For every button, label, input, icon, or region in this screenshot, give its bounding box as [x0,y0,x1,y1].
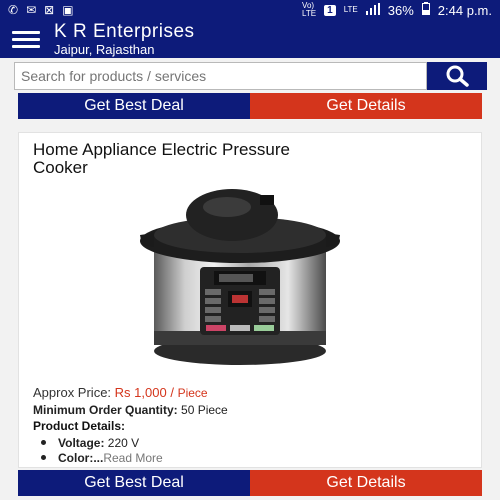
get-best-deal-button[interactable]: Get Best Deal [18,93,250,119]
get-details-button[interactable]: Get Details [250,470,482,496]
list-item: Color:... Read More [41,450,163,465]
price-unit: Piece [177,386,208,400]
search-bar [14,62,487,90]
menu-icon[interactable] [12,30,40,48]
product-image[interactable] [82,181,397,379]
app-subtitle: Jaipur, Rajasthan [54,42,155,57]
mail-icon: ✉ [26,3,37,17]
status-bar: ✆ ✉ ⊠ ▣ Vo) LTE 1 LTE 36% 2:44 p.m. [0,0,500,20]
whatsapp-icon: ✆ [8,3,19,17]
price-line: Approx Price: Rs 1,000 / Piece [33,385,208,400]
moq-label: Minimum Order Quantity: [33,403,178,417]
app-title: K R Enterprises [54,21,195,42]
moq-line: Minimum Order Quantity: 50 Piece [33,403,228,417]
battery-level: 36% [387,2,414,18]
lte-label: LTE [343,5,358,14]
close-box-icon: ⊠ [44,3,55,17]
price-label: Approx Price: [33,385,112,400]
price-value: Rs 1,000 / [114,385,174,400]
image-icon: ▣ [62,3,74,17]
search-button[interactable] [427,62,487,90]
top-cta-bar: Get Best Deal Get Details [18,93,482,119]
list-item: Voltage: 220 V [41,435,163,450]
clock: 2:44 p.m. [437,2,492,18]
get-best-deal-button[interactable]: Get Best Deal [18,470,250,496]
volte-label: Vo) LTE [302,1,317,18]
search-icon [446,65,469,87]
detail-value: ... [93,450,104,465]
get-details-button[interactable]: Get Details [250,93,482,119]
product-title[interactable]: Home Appliance Electric Pressure Cooker [33,141,333,177]
details-list: Voltage: 220 V Color:... Read More [41,435,163,465]
detail-value: 220 V [107,435,140,450]
battery-icon [421,2,430,18]
sim-badge: 1 [324,4,336,16]
detail-label: Voltage: [58,435,105,450]
search-input[interactable] [14,62,427,90]
read-more-link[interactable]: Read More [103,451,162,465]
bottom-cta-bar: Get Best Deal Get Details [18,470,482,496]
product-card[interactable]: Home Appliance Electric Pressure Cooker [18,132,482,468]
moq-value: 50 Piece [181,403,228,417]
notification-icons: ✆ ✉ ⊠ ▣ [8,3,74,17]
details-heading: Product Details: [33,419,126,433]
signal-icon [365,2,380,18]
detail-label: Color: [58,450,94,465]
app-header: K R Enterprises Jaipur, Rajasthan [0,20,500,58]
